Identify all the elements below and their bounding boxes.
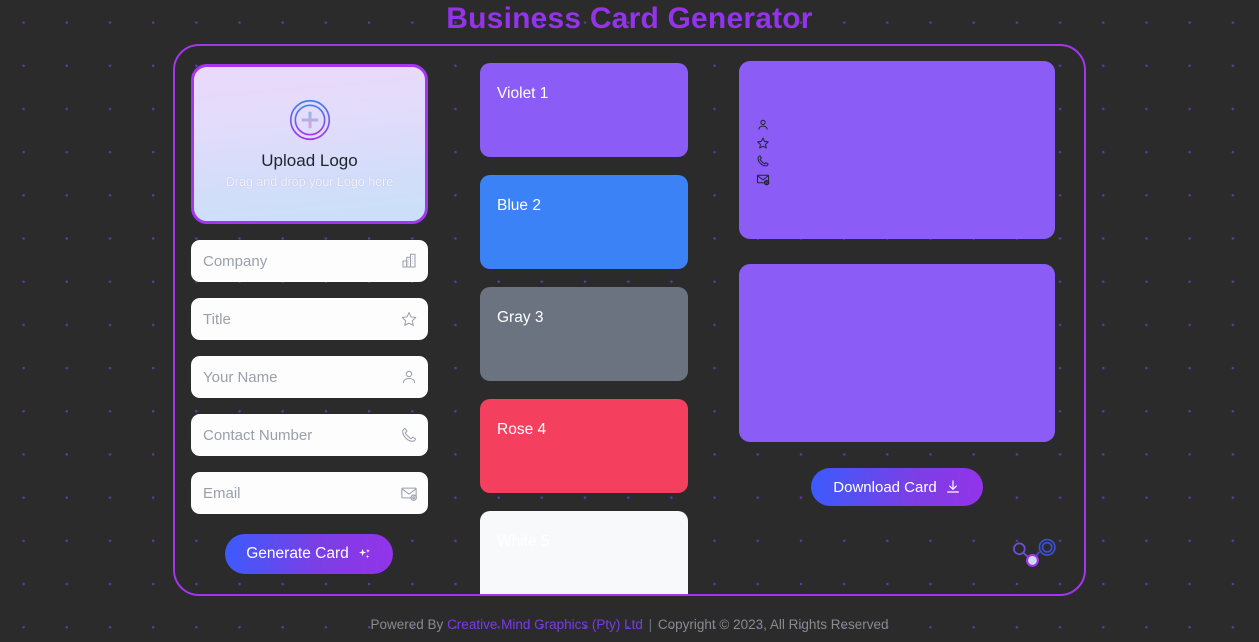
- contact-number-input[interactable]: [191, 414, 438, 456]
- sparkles-icon: [358, 548, 370, 558]
- color-swatch-panel: Violet 1 Blue 2 Gray 3 Rose 4 White 5: [480, 46, 710, 594]
- your-name-input[interactable]: [191, 356, 438, 398]
- upload-logo-dropzone[interactable]: Upload Logo Drag and drop your Logo here: [191, 64, 428, 224]
- title-input[interactable]: [191, 298, 438, 340]
- field-email[interactable]: [191, 472, 438, 514]
- swatch-white-5[interactable]: White 5: [480, 511, 688, 594]
- swatch-label: Violet 1: [497, 85, 549, 102]
- card-preview-back[interactable]: [739, 264, 1055, 442]
- swatch-label: White 5: [497, 533, 550, 550]
- card-preview-front[interactable]: [739, 61, 1055, 239]
- field-title[interactable]: [191, 298, 438, 340]
- footer-separator: |: [644, 617, 656, 632]
- download-icon: [946, 480, 959, 493]
- swatch-rose-4[interactable]: Rose 4: [480, 399, 688, 493]
- swatch-gray-3[interactable]: Gray 3: [480, 287, 688, 381]
- company-input[interactable]: [191, 240, 438, 282]
- footer-brand-link[interactable]: Creative Mind Graphics (Pty) Ltd: [447, 617, 643, 632]
- form-panel: Upload Logo Drag and drop your Logo here: [175, 46, 480, 594]
- app-container: Upload Logo Drag and drop your Logo here: [173, 44, 1086, 596]
- swatch-violet-1[interactable]: Violet 1: [480, 63, 688, 157]
- card-preview-panel: Download Card: [710, 46, 1084, 594]
- molecule-logo-icon: [1013, 538, 1056, 567]
- download-card-label: Download Card: [833, 478, 937, 496]
- footer: Powered By Creative Mind Graphics (Pty) …: [0, 615, 1259, 635]
- envelope-at-icon: [756, 174, 770, 186]
- upload-subtitle: Drag and drop your Logo here: [225, 174, 394, 189]
- color-swatch-scroll[interactable]: Violet 1 Blue 2 Gray 3 Rose 4 White 5: [480, 63, 710, 594]
- field-your-name[interactable]: [191, 356, 438, 398]
- circle-plus-icon: [289, 99, 330, 140]
- field-company[interactable]: [191, 240, 438, 282]
- swatch-label: Rose 4: [497, 421, 547, 438]
- generate-card-label: Generate Card: [246, 545, 349, 562]
- swatch-blue-2[interactable]: Blue 2: [480, 175, 688, 269]
- upload-title: Upload Logo: [261, 150, 358, 170]
- footer-copyright: Copyright © 2023, All Rights Reserved: [657, 617, 889, 632]
- field-contact-number[interactable]: [191, 414, 438, 456]
- phone-icon: [757, 155, 769, 167]
- download-card-button[interactable]: Download Card: [811, 468, 983, 506]
- generate-card-button[interactable]: Generate Card: [225, 534, 393, 574]
- footer-prefix: Powered By: [370, 617, 448, 632]
- star-icon: [757, 137, 769, 149]
- email-input[interactable]: [191, 472, 438, 514]
- card-detail-icons: [756, 118, 770, 186]
- person-icon: [758, 119, 768, 130]
- page-title: Business Card Generator: [446, 2, 813, 35]
- swatch-label: Gray 3: [497, 309, 544, 326]
- swatch-label: Blue 2: [497, 197, 541, 214]
